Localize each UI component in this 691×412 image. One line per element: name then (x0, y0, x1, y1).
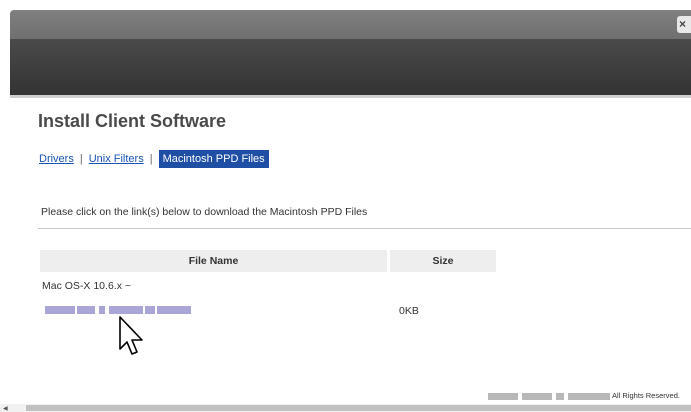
page-title: Install Client Software (38, 111, 227, 131)
horizontal-scrollbar[interactable]: ◀ (0, 404, 691, 412)
tab-macintosh-ppd-files[interactable]: Macintosh PPD Files (158, 150, 269, 168)
close-icon[interactable]: × (677, 16, 691, 33)
window-title-bar: × (10, 10, 691, 39)
footer-rights: All Rights Reserved. (612, 391, 680, 400)
column-header-file-name: File Name (40, 250, 387, 272)
header-divider (10, 95, 691, 98)
tab-separator: | (149, 153, 153, 165)
tab-separator: | (79, 153, 83, 165)
instructions-text: Please click on the link(s) below to dow… (41, 206, 368, 218)
mouse-pointer-icon (119, 316, 143, 355)
os-group-label: Mac OS-X 10.6.x ~ (42, 280, 131, 292)
header-band (10, 39, 691, 95)
file-size: 0KB (399, 305, 419, 317)
ppd-file-download-link[interactable] (45, 306, 191, 314)
scroll-left-arrow-icon[interactable]: ◀ (3, 405, 8, 412)
column-header-size: Size (390, 250, 496, 272)
tab-bar: Drivers | Unix Filters | Macintosh PPD F… (39, 150, 269, 168)
tab-drivers[interactable]: Drivers (39, 153, 74, 165)
tab-unix-filters[interactable]: Unix Filters (89, 153, 144, 165)
divider (38, 228, 691, 229)
copyright-company (488, 393, 610, 400)
scrollbar-thumb[interactable] (26, 405, 691, 411)
